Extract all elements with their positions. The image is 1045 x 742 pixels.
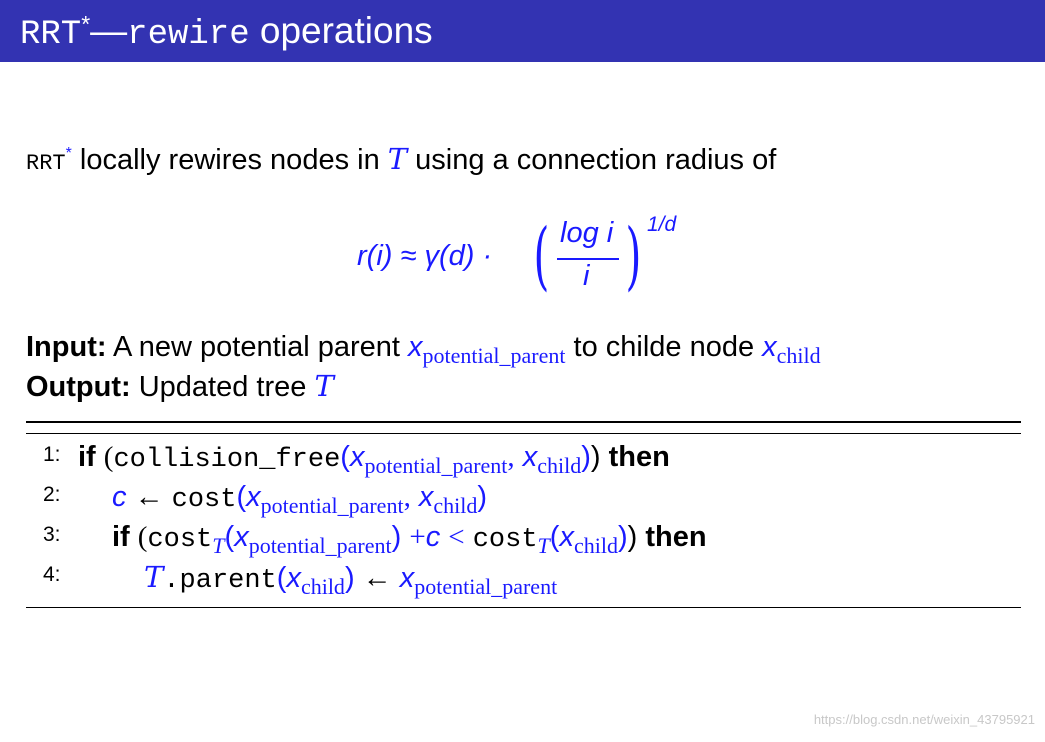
- intro-text-1: locally rewires nodes in: [71, 144, 388, 176]
- formula-numerator: log i: [560, 217, 614, 249]
- sub-child: child: [433, 493, 478, 518]
- slide-title-bar: RRT*—rewire operations: [0, 0, 1045, 62]
- var-x: x: [399, 562, 415, 594]
- paren: (: [224, 521, 235, 553]
- keyword-if: if: [112, 521, 130, 553]
- paren: ): [590, 441, 601, 473]
- input-sub-1: potential_parent: [422, 343, 566, 368]
- var-c: c: [112, 481, 127, 513]
- input-sub-2: child: [776, 343, 821, 368]
- var-c: c: [425, 521, 441, 553]
- fn-cost: cost: [472, 525, 538, 555]
- input-var-1: x: [408, 331, 423, 363]
- sub-potential-parent: potential_parent: [364, 453, 508, 478]
- arrow: ←: [362, 562, 392, 594]
- line-number: 4:: [43, 563, 61, 586]
- tree-subscript: T: [212, 533, 225, 558]
- input-text-1: A new potential parent: [106, 331, 409, 363]
- sub-potential-parent: potential_parent: [248, 533, 392, 558]
- title-rrt: RRT: [20, 16, 82, 54]
- line-code: c ← cost(xpotential_parent, xchild): [112, 477, 487, 520]
- algorithm-input: Input: A new potential parent xpotential…: [26, 331, 821, 367]
- title-dash: —: [90, 10, 128, 51]
- radius-formula: r(i) ≈ γ(d) · ( log i i ) 1/d: [357, 213, 707, 304]
- input-text-2: to childe node: [565, 331, 763, 363]
- input-var-2: x: [762, 331, 777, 363]
- paren: ): [344, 562, 355, 594]
- output-text: Updated tree: [130, 371, 315, 403]
- algorithm-line-1: 1: if (collision_free(xpotential_parent,…: [26, 437, 1021, 477]
- paren: ): [391, 521, 402, 553]
- algorithm-line-2: 2: c ← cost(xpotential_parent, xchild): [26, 477, 1021, 517]
- paren: ): [627, 521, 638, 553]
- formula-exponent: 1/d: [647, 213, 677, 236]
- paren: ): [581, 441, 591, 473]
- sub-child: child: [537, 453, 582, 478]
- output-label: Output:: [26, 371, 131, 403]
- line-number: 3:: [43, 523, 61, 546]
- var-x: x: [234, 521, 249, 553]
- var-x: x: [349, 441, 365, 473]
- comma: ,: [403, 481, 411, 513]
- algorithm-top-rule: [26, 421, 1021, 423]
- watermark: https://blog.csdn.net/weixin_43795921: [813, 712, 1035, 727]
- title-rewire: rewire: [127, 16, 250, 54]
- keyword-then: then: [645, 521, 707, 553]
- keyword-if: if: [78, 441, 96, 473]
- fn-cost: cost: [147, 525, 213, 555]
- paren: (: [340, 441, 350, 473]
- line-code: if (costT(xpotential_parent) +c < costT(…: [112, 517, 707, 560]
- keyword-then: then: [608, 441, 670, 473]
- formula-right-paren: ): [625, 213, 642, 299]
- intro-rrt: RRT: [26, 151, 66, 176]
- tree-symbol: T: [144, 560, 164, 594]
- output-tree-symbol: T: [314, 369, 334, 403]
- formula-lhs: r(i) ≈ γ(d) ·: [357, 240, 493, 272]
- line-number: 1:: [43, 443, 61, 466]
- fn-collision-free: collision_free: [113, 445, 341, 475]
- arrow: ←: [134, 481, 164, 513]
- algorithm-line-4: 4: T.parent(xchild) ← xpotential_parent: [26, 557, 1021, 598]
- var-x: x: [559, 521, 574, 553]
- tree-subscript: T: [537, 533, 550, 558]
- sub-child: child: [300, 574, 345, 599]
- paren: (: [236, 481, 247, 513]
- var-x: x: [522, 441, 538, 473]
- title-operations: operations: [249, 10, 433, 51]
- paren: ): [477, 481, 488, 513]
- sub-potential-parent: potential_parent: [260, 493, 404, 518]
- line-number: 2:: [43, 483, 61, 506]
- formula-left-paren: (: [533, 213, 550, 299]
- intro-text-2: using a connection radius of: [407, 144, 777, 176]
- comma: ,: [507, 441, 515, 473]
- fn-cost: cost: [171, 485, 237, 515]
- var-x: x: [286, 562, 301, 594]
- intro-sentence: RRT* locally rewires nodes in T using a …: [26, 142, 776, 177]
- paren: (: [276, 562, 287, 594]
- algorithm-output: Output: Updated tree T: [26, 369, 334, 404]
- less-than: <: [448, 521, 465, 553]
- algorithm-header-rule: [26, 433, 1021, 434]
- var-x: x: [246, 481, 261, 513]
- paren: ): [617, 521, 628, 553]
- fn-parent: .parent: [163, 566, 277, 596]
- input-label: Input:: [26, 331, 107, 363]
- line-code: T.parent(xchild) ← xpotential_parent: [144, 557, 557, 601]
- algorithm-line-3: 3: if (costT(xpotential_parent) +c < cos…: [26, 517, 1021, 557]
- var-x: x: [418, 481, 434, 513]
- line-code: if (collision_free(xpotential_parent, xc…: [78, 437, 670, 480]
- slide-title: RRT*—rewire operations: [20, 9, 433, 57]
- sub-potential-parent: potential_parent: [414, 574, 558, 599]
- plus: +: [409, 521, 426, 553]
- paren: (: [103, 441, 114, 473]
- title-star: *: [81, 11, 91, 37]
- algorithm-bottom-rule: [26, 607, 1021, 608]
- formula-denominator: i: [583, 260, 590, 292]
- intro-tree-symbol: T: [387, 142, 408, 176]
- paren: (: [137, 521, 148, 553]
- paren: (: [549, 521, 560, 553]
- sub-child: child: [573, 533, 618, 558]
